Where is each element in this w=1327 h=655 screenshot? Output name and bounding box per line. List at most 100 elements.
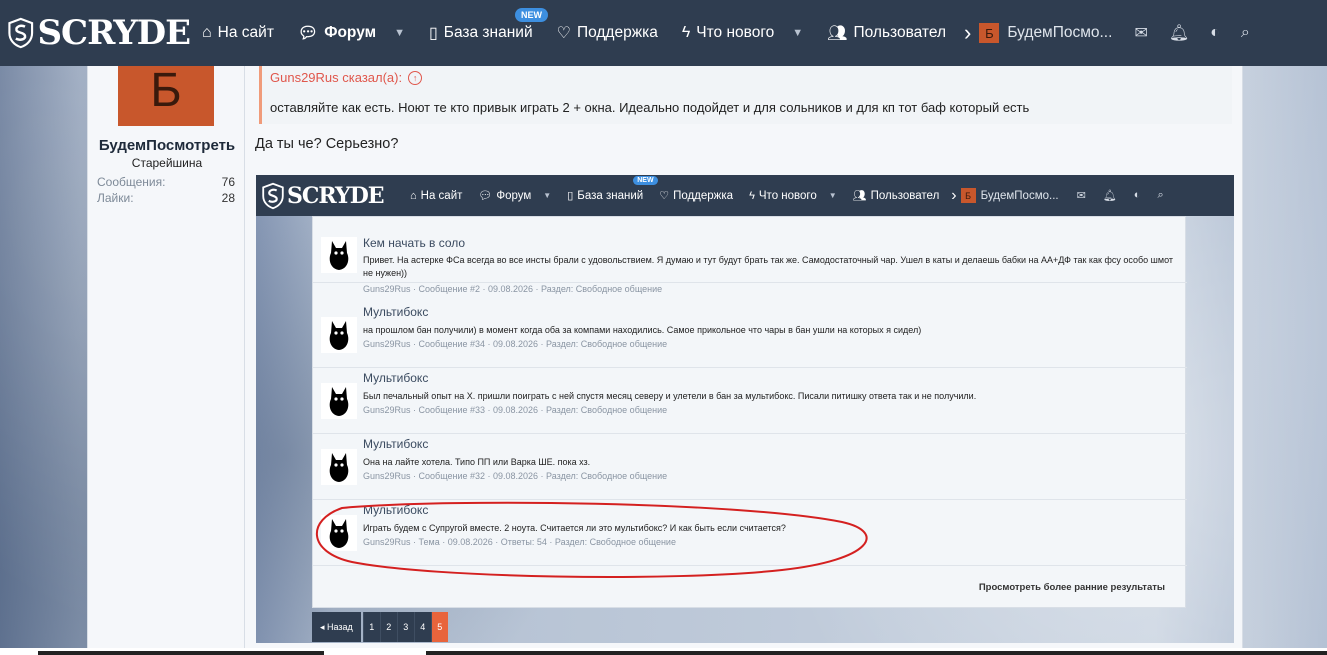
nav-forum[interactable]: 💬︎ Форум ▼ (286, 0, 417, 66)
result-meta: Guns29Rus · Сообщение #33 · 09.08.2026 ·… (363, 405, 668, 415)
result-snippet: Был печальный опыт на Х. пришли поиграть… (363, 391, 977, 401)
page-link: 1 (362, 612, 380, 642)
chevron-down-icon: ▼ (828, 191, 837, 200)
list-item: Мультибокс на прошлом бан получили) в мо… (313, 302, 1187, 368)
quote-author-label[interactable]: Guns29Rus сказал(а): (270, 70, 402, 85)
result-snippet: на прошлом бан получили) в момент когда … (363, 325, 922, 335)
result-snippet: Играть будем с Супругой вместе. 2 ноута.… (363, 523, 786, 533)
avatar (321, 317, 357, 353)
logo-text: SCRYDE (37, 13, 191, 53)
screenshot-nav-label: Поддержка (673, 189, 734, 202)
shield-logo-icon (262, 182, 284, 209)
inbox-icon: ✉ (1076, 190, 1086, 202)
chevron-down-icon[interactable]: ▼ (394, 27, 405, 39)
list-item: Мультибокс Был печальный опыт на Х. приш… (313, 368, 1187, 434)
cat-avatar-icon (329, 519, 349, 548)
avatar[interactable]: Б (118, 58, 214, 126)
author-rank: Старейшина (131, 156, 203, 170)
heart-icon: ♡ (659, 190, 670, 202)
book-icon: ▯ (428, 25, 438, 42)
load-earlier-results-button: Просмотреть более ранние результаты (978, 582, 1165, 593)
search-results: Кем начать в соло Привет. На астерке ФСа… (312, 216, 1187, 608)
screenshot-navigation: SCRYDE ⌂ На сайт 💬︎ Форум ▼ ▯ База знаний NEW… (256, 175, 1234, 216)
screenshot-nav-knowledge-base: ▯ База знаний NEW (559, 175, 658, 216)
screenshot-nav-label: Пользовател (870, 189, 940, 202)
quote-text: оставляйте как есть. Ноют те кто привык … (270, 100, 1030, 115)
author-name[interactable]: БудемПосмотреть (88, 137, 246, 154)
avatar: Б (979, 23, 1000, 43)
avatar (321, 515, 357, 551)
bottom-bar (0, 648, 1327, 655)
result-title: Мультибокс (363, 371, 429, 385)
author-messages: Сообщения: 76 (97, 175, 235, 189)
nav-knowledge-base[interactable]: ▯ База знаний NEW (417, 0, 548, 66)
screenshot-nav-label: На сайт (420, 189, 463, 202)
likes-count: 28 (221, 191, 235, 205)
chevron-down-icon: ▼ (543, 191, 552, 200)
pagination: ◂ Назад 1 2 3 4 5 (312, 612, 448, 642)
book-icon: ▯ (567, 190, 574, 202)
nav-whats-new[interactable]: ϟ Что нового ▼ (670, 0, 815, 66)
page-link: 2 (379, 612, 397, 642)
page-link: 3 (396, 612, 414, 642)
nav-whats-new-label: Что нового (696, 24, 775, 41)
screenshot-nav-label: Форум (496, 189, 532, 202)
nav-support[interactable]: ♡ Поддержка (545, 0, 670, 66)
page-link: 4 (413, 612, 431, 642)
screenshot-nav-label: База знаний (577, 189, 644, 202)
quote-author[interactable]: Guns29Rus сказал(а): ↑ (270, 70, 423, 85)
home-icon: ⌂ (410, 189, 417, 202)
cat-avatar-icon (329, 453, 349, 482)
nav-users[interactable]: 👥︎ Пользовател (815, 0, 958, 66)
pagination-back-button: ◂ Назад (312, 612, 361, 642)
result-snippet: Она на лайте хотела. Типо ПП или Варка Ш… (363, 457, 591, 467)
author-likes: Лайки: 28 (97, 191, 235, 205)
chevron-down-icon[interactable]: ▼ (792, 27, 803, 39)
screenshot-user-menu: Б БудемПосмо... (960, 188, 1059, 203)
nav-users-label: Пользовател (853, 24, 946, 41)
search-icon: ⌕ (1157, 189, 1164, 201)
chevron-right-icon[interactable]: › (964, 20, 971, 46)
arrow-up-icon[interactable]: ↑ (408, 70, 423, 85)
new-badge: NEW (514, 8, 548, 22)
cat-avatar-icon (329, 241, 349, 270)
nav-home-label: На сайт (217, 24, 274, 41)
screenshot-nav-home: ⌂ На сайт (402, 175, 470, 216)
heart-icon: ♡ (556, 25, 571, 42)
user-name: БудемПосмо... (1007, 24, 1113, 41)
shield-logo-icon (8, 17, 34, 49)
result-title: Мультибокс (363, 437, 429, 451)
bell-icon[interactable]: 🔔︎ (1169, 23, 1189, 43)
avatar (321, 383, 357, 419)
top-navigation: SCRYDE ⌂ На сайт 💬︎ Форум ▼ ▯ База знани… (0, 0, 1327, 66)
screenshot-logo-text: SCRYDE (287, 182, 385, 209)
list-item: Мультибокс Играть будем с Супругой вмест… (313, 500, 1187, 566)
bolt-icon: ϟ (681, 24, 691, 41)
avatar (321, 449, 357, 485)
reply-text: Да ты че? Серьезно? (255, 136, 399, 152)
nav-home[interactable]: ⌂ На сайт (190, 0, 286, 66)
result-title: Кем начать в соло (363, 236, 466, 250)
screenshot-nav-users: 👥︎ Пользовател (845, 175, 948, 216)
avatar (321, 237, 357, 273)
avatar: Б (960, 188, 976, 203)
search-icon[interactable]: ⌕ (1241, 24, 1250, 42)
inbox-icon[interactable]: ✉ (1134, 23, 1147, 43)
result-title: Мультибокс (363, 305, 429, 319)
screenshot-logo: SCRYDE (262, 182, 402, 210)
user-menu[interactable]: Б БудемПосмо... (979, 23, 1112, 43)
users-icon: 👥︎ (852, 190, 867, 202)
screenshot-nav-forum: 💬︎ Форум ▼ (470, 175, 559, 216)
cat-avatar-icon (329, 321, 349, 350)
screenshot-user-name: БудемПосмо... (980, 189, 1059, 202)
users-icon: 👥︎ (827, 25, 848, 42)
post-author-panel: Б БудемПосмотреть Старейшина Сообщения: … (87, 58, 245, 655)
attached-screenshot[interactable]: SCRYDE ⌂ На сайт 💬︎ Форум ▼ ▯ База знаний NEW… (256, 175, 1234, 643)
theme-toggle-icon[interactable]: ◐ (1210, 24, 1220, 42)
page-link-current: 5 (430, 612, 448, 642)
chevron-right-icon: › (951, 186, 957, 204)
result-meta: Guns29Rus · Сообщение #2 · 09.08.2026 · … (363, 284, 663, 294)
messages-label: Сообщения: (97, 175, 166, 189)
site-logo[interactable]: SCRYDE (8, 11, 191, 55)
nav-knowledge-base-label: База знаний (443, 24, 533, 41)
